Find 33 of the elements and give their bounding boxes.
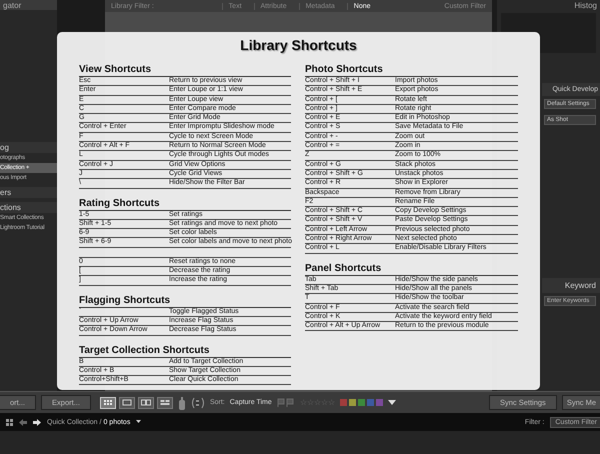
back-arrow-icon[interactable] bbox=[19, 418, 27, 426]
section-heading: View Shortcuts bbox=[79, 64, 291, 77]
caret-icon[interactable] bbox=[136, 420, 142, 424]
color-label-swatch[interactable] bbox=[366, 399, 374, 406]
panel-section-header[interactable]: og bbox=[0, 142, 57, 153]
dialog-title: Library Shortcuts bbox=[239, 36, 358, 54]
survey-view-icon bbox=[160, 399, 170, 406]
grid-view-icon bbox=[102, 399, 113, 406]
loupe-view-icon bbox=[122, 399, 132, 406]
section-heading: Flagging Shortcuts bbox=[79, 294, 291, 308]
panel-section-header[interactable]: ctions bbox=[0, 202, 57, 213]
section-heading: Panel Shortcuts bbox=[305, 262, 518, 276]
section-heading: Target Collection Shortcuts bbox=[79, 344, 291, 358]
panel-header[interactable]: Keyword bbox=[542, 278, 600, 293]
survey-view-button[interactable] bbox=[156, 396, 173, 408]
color-label-swatch[interactable] bbox=[358, 399, 365, 406]
panel-header[interactable]: Histog bbox=[497, 0, 600, 11]
grid-icon[interactable] bbox=[6, 418, 13, 426]
caret-icon[interactable] bbox=[388, 400, 396, 406]
compare-view-icon bbox=[140, 399, 151, 406]
spray-can-icon[interactable] bbox=[178, 396, 186, 410]
forward-arrow-icon[interactable] bbox=[33, 418, 41, 426]
color-label-swatch[interactable] bbox=[348, 399, 356, 406]
color-label-swatch[interactable] bbox=[340, 399, 347, 406]
color-label-swatch[interactable] bbox=[376, 399, 383, 406]
section-heading: Rating Shortcuts bbox=[79, 198, 291, 211]
grid-view-button[interactable] bbox=[100, 396, 116, 408]
panel-section-header[interactable]: ers bbox=[0, 187, 57, 198]
compare-view-button[interactable] bbox=[138, 396, 154, 408]
loupe-view-button[interactable] bbox=[118, 396, 135, 408]
panel-header[interactable]: gator bbox=[0, 0, 57, 10]
sort-order-icon[interactable] bbox=[190, 396, 205, 410]
section-heading: Photo Shortcuts bbox=[305, 64, 518, 77]
